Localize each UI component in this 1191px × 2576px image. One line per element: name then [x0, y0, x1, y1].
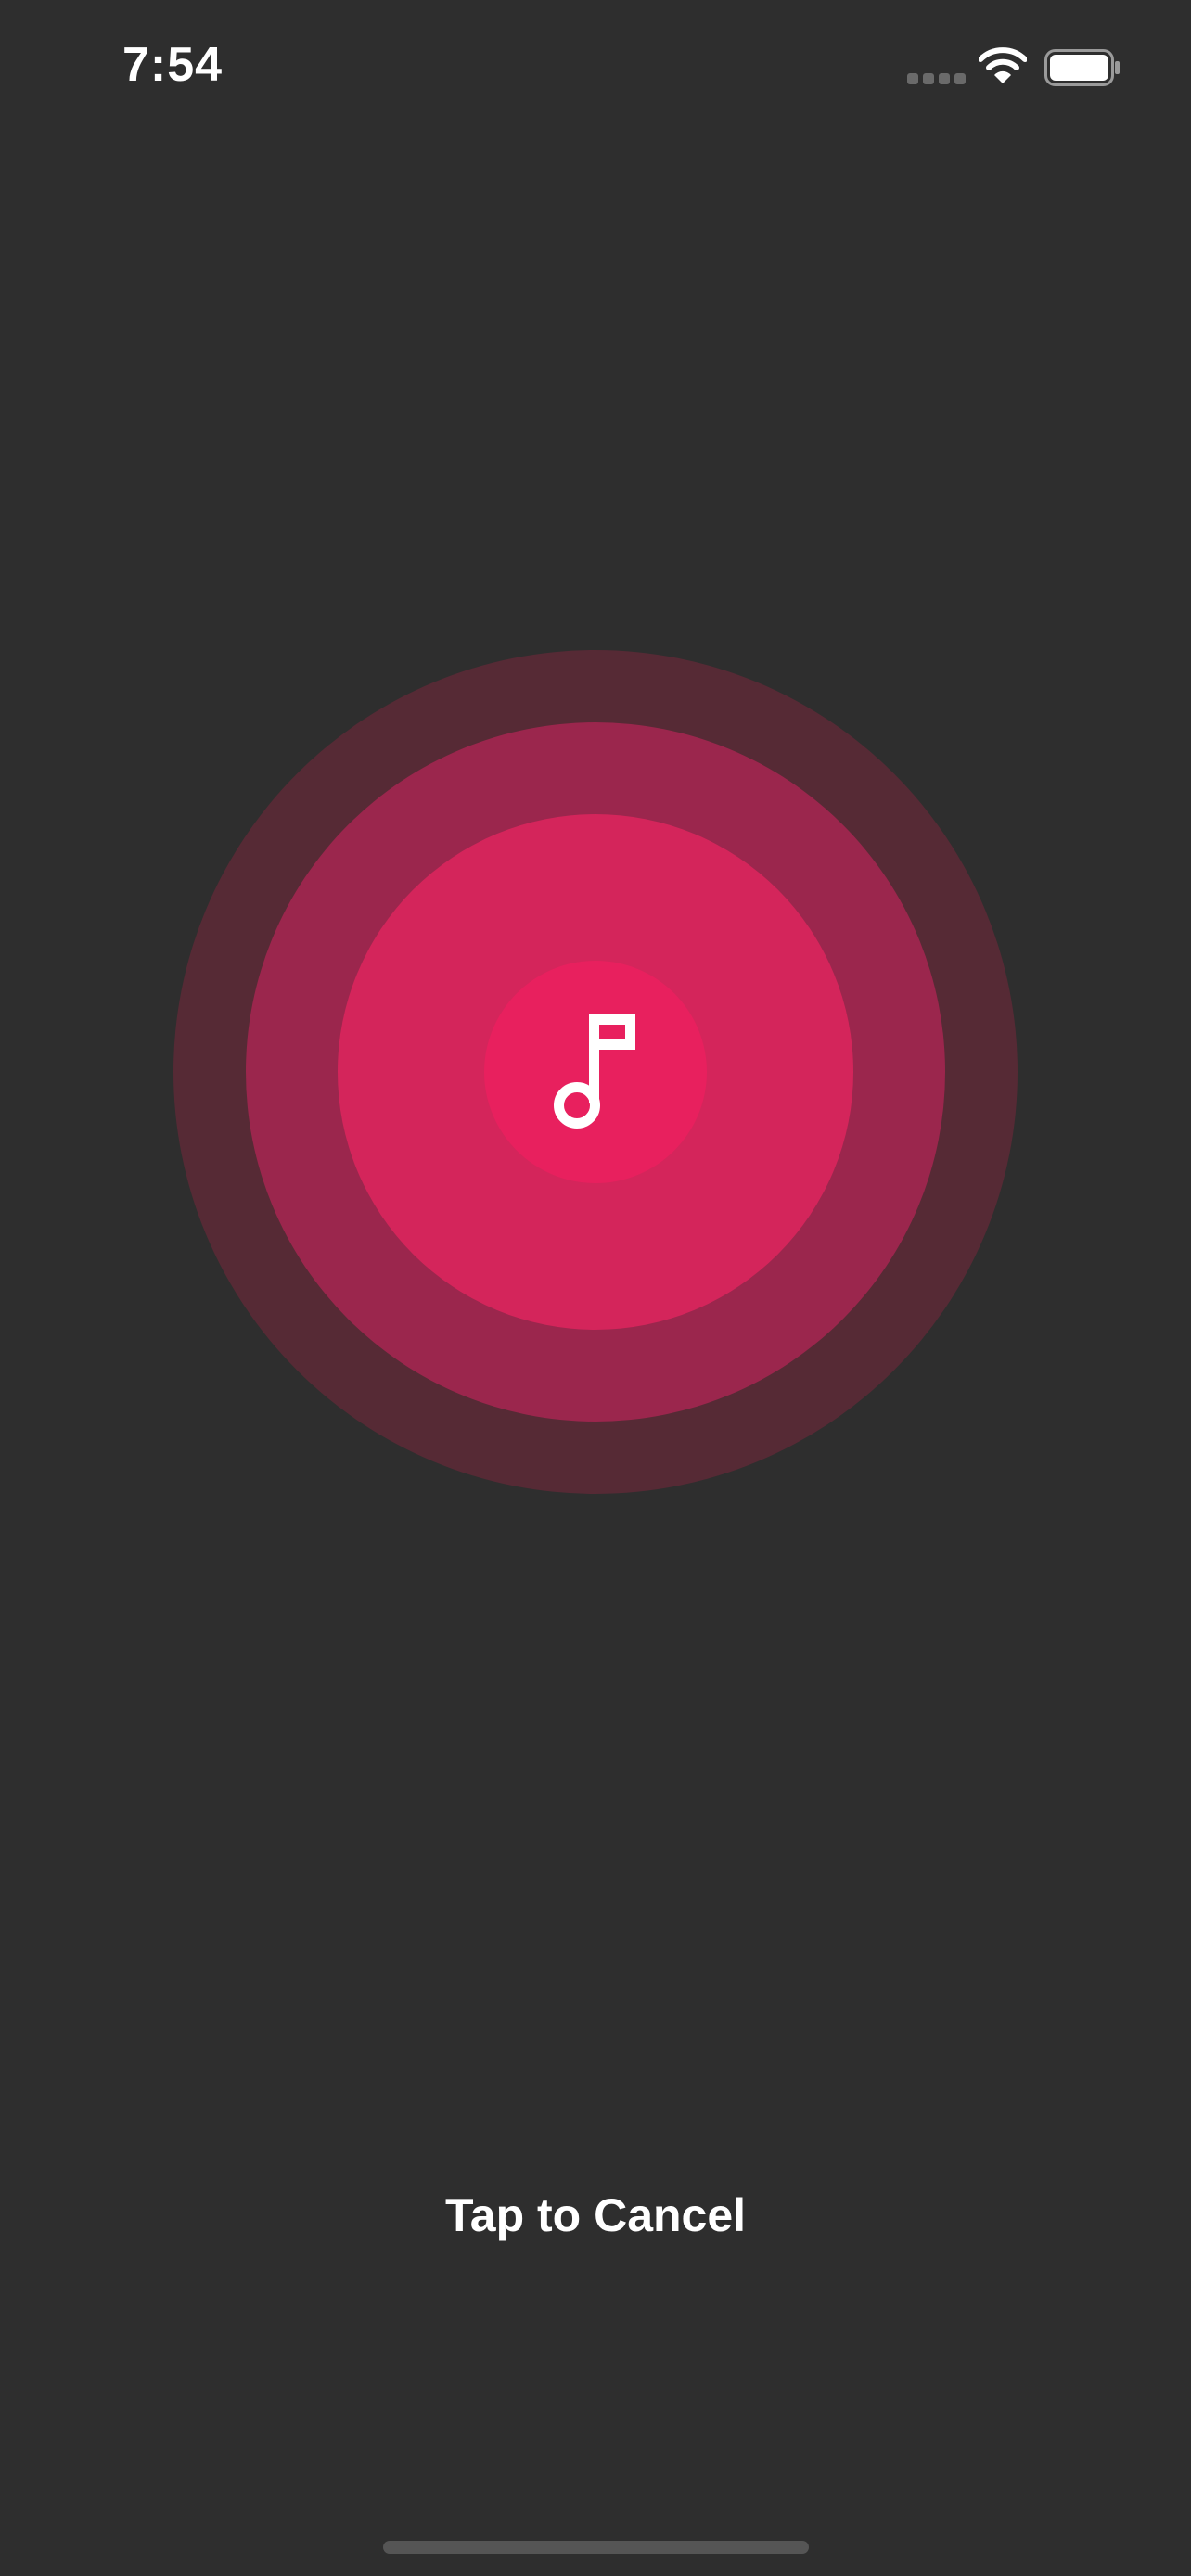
battery-icon: [1044, 49, 1120, 86]
status-time: 7:54: [122, 38, 224, 92]
listening-animation[interactable]: [173, 650, 1018, 1494]
signal-dots-icon: [907, 73, 966, 84]
status-bar: 7:54: [0, 0, 1191, 139]
listening-screen[interactable]: 7:54 Tap to Cancel: [0, 0, 1191, 2576]
tap-to-cancel-button[interactable]: Tap to Cancel: [0, 2188, 1191, 2242]
wifi-icon: [979, 47, 1027, 83]
home-indicator[interactable]: [383, 2541, 809, 2554]
music-note-icon: [554, 1014, 635, 1129]
